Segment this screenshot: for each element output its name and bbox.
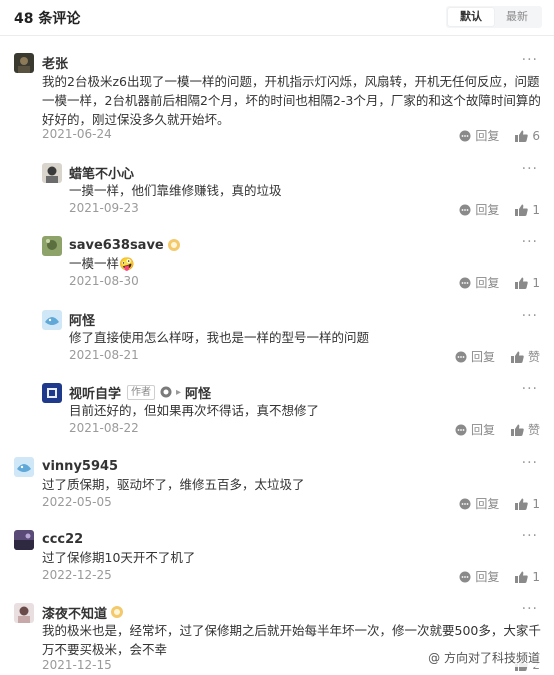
reply-icon xyxy=(459,204,471,215)
comment-author: 视听自学 作者 ▸ 阿怪 xyxy=(69,383,211,402)
avatar[interactable] xyxy=(14,53,34,73)
reply-icon xyxy=(455,351,467,362)
comment-date: 2021-08-21 xyxy=(69,348,139,362)
like-label: 赞 xyxy=(527,423,540,437)
watermark: @ 方向对了科技频道 xyxy=(424,648,544,667)
comment-author[interactable]: vinny5945 xyxy=(42,457,118,475)
reply-button[interactable]: 回复 xyxy=(459,201,499,218)
author-name[interactable]: 视听自学 xyxy=(69,383,121,402)
reply-icon xyxy=(459,498,471,509)
reply-button[interactable]: 回复 xyxy=(459,495,499,512)
comment-text: 目前还好的，但如果再次坏得话，真不想修了 xyxy=(69,403,320,418)
comment-text: 修了直接使用怎么样呀，我也是一样的型号一样的问题 xyxy=(69,330,370,345)
comment-date: 2022-12-25 xyxy=(42,568,112,582)
reply-button[interactable]: 回复 xyxy=(459,127,499,144)
like-count: 1 xyxy=(532,275,540,290)
more-options-icon[interactable]: ··· xyxy=(522,234,538,250)
comments-header: 48 条评论 默认 最新 xyxy=(0,0,554,36)
like-button[interactable]: 1 xyxy=(515,497,540,511)
like-count: 6 xyxy=(532,128,540,143)
sort-default-button[interactable]: 默认 xyxy=(448,8,494,26)
avatar[interactable] xyxy=(42,236,62,256)
comment-text: 过了保修期10天开不了机了 xyxy=(42,550,196,565)
reply-icon xyxy=(459,130,471,141)
thumb-up-icon xyxy=(510,351,524,363)
comment-author[interactable]: 蜡笔不小心 xyxy=(69,163,134,182)
reply-button[interactable]: 回复 xyxy=(455,421,495,438)
like-count: 1 xyxy=(532,569,540,584)
like-button[interactable]: 1 xyxy=(515,570,540,584)
reply-button[interactable]: 回复 xyxy=(459,568,499,585)
thumb-up-icon xyxy=(515,571,529,583)
avatar[interactable] xyxy=(42,383,62,403)
comment-count: 48 条评论 xyxy=(14,11,81,27)
comment-text: 我的2台极米z6出现了一模一样的问题，开机指示灯闪烁，风扇转，开机无任何反应，问… xyxy=(42,74,541,127)
level-badge-icon xyxy=(111,606,124,618)
more-options-icon[interactable]: ··· xyxy=(522,161,538,177)
thumb-up-icon xyxy=(515,130,529,142)
thumb-up-icon xyxy=(510,424,524,436)
avatar[interactable] xyxy=(14,457,34,477)
avatar[interactable] xyxy=(14,530,34,550)
comment-text: 一模一样🤪 xyxy=(69,256,135,271)
like-count: 1 xyxy=(532,496,540,511)
reply-button[interactable]: 回复 xyxy=(455,348,495,365)
comment-date: 2021-08-22 xyxy=(69,421,139,435)
reply-icon xyxy=(459,277,471,288)
reply-item: 阿怪 ··· 修了直接使用怎么样呀，我也是一样的型号一样的问题 2021-08-… xyxy=(0,307,554,367)
comment-text: 过了质保期，驱动坏了，维修五百多，太垃圾了 xyxy=(42,477,305,492)
like-label: 赞 xyxy=(527,350,540,364)
avatar[interactable] xyxy=(14,603,34,623)
comment-item: vinny5945 ··· 过了质保期，驱动坏了，维修五百多，太垃圾了 2022… xyxy=(0,454,554,514)
comment-item: 老张 ··· 我的2台极米z6出现了一模一样的问题，开机指示灯闪烁，风扇转，开机… xyxy=(0,50,554,150)
more-options-icon[interactable]: ··· xyxy=(522,52,538,68)
avatar[interactable] xyxy=(42,310,62,330)
comment-date: 2021-12-15 xyxy=(42,658,112,672)
reply-icon xyxy=(455,424,467,435)
author-tag: 作者 xyxy=(127,384,156,400)
avatar[interactable] xyxy=(42,163,62,183)
comment-date: 2021-06-24 xyxy=(42,127,112,141)
comment-text: 一摸一样，他们靠维修赚钱，真的垃圾 xyxy=(69,183,282,198)
account-verified-icon xyxy=(160,386,172,398)
reply-icon xyxy=(459,571,471,582)
more-options-icon[interactable]: ··· xyxy=(522,308,538,324)
thumb-up-icon xyxy=(515,498,529,510)
level-badge-icon xyxy=(167,239,180,251)
more-options-icon[interactable]: ··· xyxy=(522,601,538,617)
comment-date: 2021-09-23 xyxy=(69,201,139,215)
like-button[interactable]: 6 xyxy=(515,129,540,143)
comment-author[interactable]: ccc22 xyxy=(42,530,83,548)
comment-author[interactable]: save638save xyxy=(69,236,180,254)
reply-arrow-icon: ▸ xyxy=(176,386,182,398)
comment-author[interactable]: 阿怪 xyxy=(69,310,95,329)
more-options-icon[interactable]: ··· xyxy=(522,528,538,544)
more-options-icon[interactable]: ··· xyxy=(522,455,538,471)
sort-latest-button[interactable]: 最新 xyxy=(494,8,540,26)
thumb-up-icon xyxy=(515,204,529,216)
comment-date: 2022-05-05 xyxy=(42,495,112,509)
comment-item: ccc22 ··· 过了保修期10天开不了机了 2022-12-25 回复 1 xyxy=(0,527,554,587)
reply-item: save638save ··· 一模一样🤪 2021-08-30 回复 1 xyxy=(0,233,554,293)
thumb-up-icon xyxy=(515,277,529,289)
like-button[interactable]: 赞 xyxy=(510,348,540,365)
reply-button[interactable]: 回复 xyxy=(459,274,499,291)
comment-author[interactable]: 漆夜不知道 xyxy=(42,603,124,622)
like-count: 1 xyxy=(532,202,540,217)
like-button[interactable]: 赞 xyxy=(510,421,540,438)
like-button[interactable]: 1 xyxy=(515,203,540,217)
reply-item: 视听自学 作者 ▸ 阿怪 ··· 目前还好的，但如果再次坏得话，真不想修了 20… xyxy=(0,380,554,440)
comment-date: 2021-08-30 xyxy=(69,274,139,288)
reply-item: 蜡笔不小心 ··· 一摸一样，他们靠维修赚钱，真的垃圾 2021-09-23 回… xyxy=(0,160,554,220)
reply-to-name[interactable]: 阿怪 xyxy=(185,383,211,402)
more-options-icon[interactable]: ··· xyxy=(522,381,538,397)
sort-toggle: 默认 最新 xyxy=(446,6,542,28)
comment-author[interactable]: 老张 xyxy=(42,53,68,72)
like-button[interactable]: 1 xyxy=(515,276,540,290)
